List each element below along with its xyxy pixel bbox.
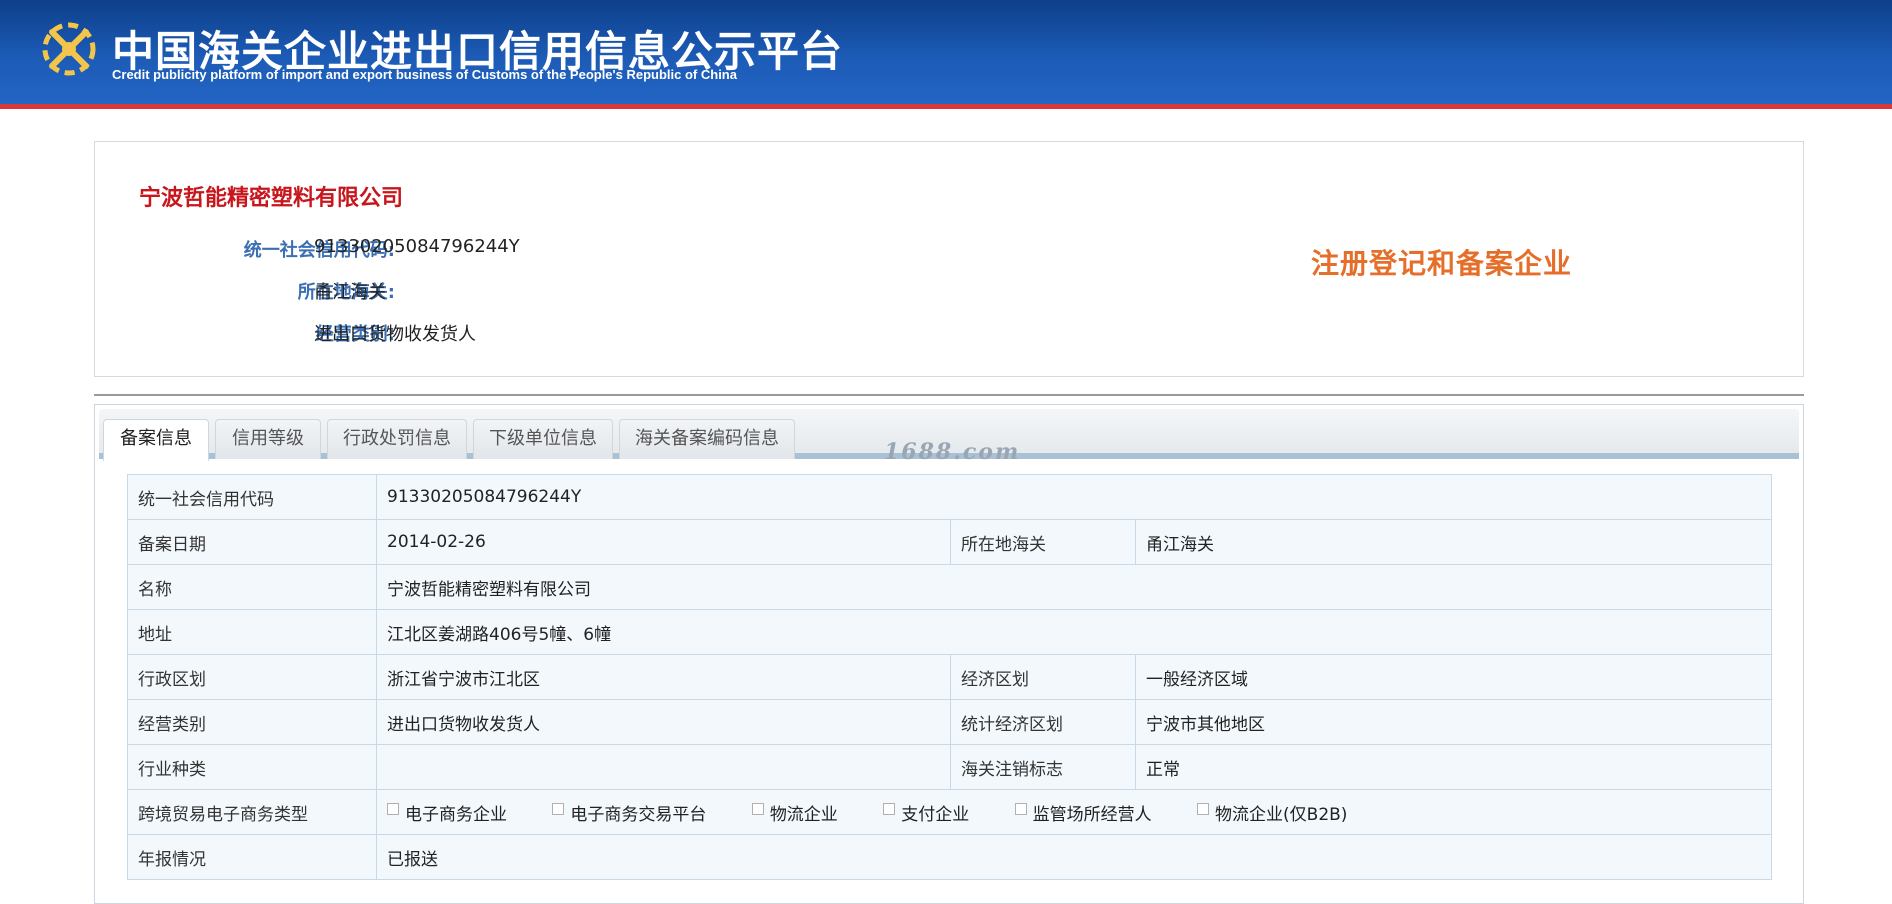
label-filing-date: 备案日期	[127, 519, 377, 565]
watermark: 1688.com	[884, 439, 1021, 465]
label-customs: 所在地海关	[950, 519, 1136, 565]
option-label: 电子商务交易平台	[570, 804, 707, 825]
value-credit-code: 91330205084796244Y	[375, 474, 1773, 520]
table-row: 经营类别 进出口货物收发货人 统计经济区划 宁波市其他地区	[127, 699, 1773, 745]
label-name: 名称	[127, 564, 377, 610]
checkbox-ecommerce-platform[interactable]	[552, 803, 565, 815]
label-business-type: 经营类别	[127, 699, 377, 745]
table-row: 地址 江北区姜湖路406号5幢、6幢	[127, 609, 1773, 655]
ecommerce-option: 支付企业	[883, 800, 969, 825]
tab-subsidiary-info[interactable]: 下级单位信息	[473, 419, 613, 459]
table-row: 跨境贸易电子商务类型 电子商务企业 电子商务交易平台 物流企业 支付企业 监管场…	[127, 789, 1773, 835]
section-divider	[94, 394, 1804, 396]
table-row: 备案日期 2014-02-26 所在地海关 甬江海关	[127, 519, 1773, 565]
summary-value: 进出口货物收发货人	[314, 324, 476, 345]
label-annual-report: 年报情况	[127, 834, 377, 880]
label-address: 地址	[127, 609, 377, 655]
value-filing-date: 2014-02-26	[376, 519, 951, 565]
table-row: 统一社会信用代码 91330205084796244Y	[127, 474, 1773, 520]
label-admin-region: 行政区划	[127, 654, 377, 700]
value-customs: 甬江海关	[1134, 519, 1773, 565]
value-annual-report: 已报送	[375, 834, 1773, 880]
summary-row-business-type: 经营类别: 进出口货物收发货人	[95, 320, 795, 350]
company-summary-card: 宁波哲能精密塑料有限公司 统一社会信用代码: 91330205084796244…	[94, 141, 1804, 377]
summary-row-customs: 所在地海关: 甬江海关	[95, 278, 795, 308]
ecommerce-option: 电子商务企业	[387, 800, 507, 825]
ecommerce-option: 监管场所经营人	[1014, 800, 1152, 825]
checkbox-logistics-b2b[interactable]	[1197, 803, 1210, 815]
option-label: 物流企业(仅B2B)	[1215, 804, 1348, 825]
option-label: 物流企业	[769, 804, 838, 825]
header-divider	[0, 104, 1892, 109]
header-banner: 中国海关企业进出口信用信息公示平台 Credit publicity platf…	[0, 0, 1892, 104]
value-address: 江北区姜湖路406号5幢、6幢	[375, 609, 1773, 655]
tab-bar: 备案信息 信用等级 行政处罚信息 下级单位信息 海关备案编码信息 1688.co…	[99, 409, 1799, 465]
label-econ-zone: 经济区划	[950, 654, 1136, 700]
checkbox-payment[interactable]	[883, 803, 896, 815]
option-label: 电子商务企业	[405, 804, 507, 825]
value-business-type: 进出口货物收发货人	[376, 699, 951, 745]
checkbox-ecommerce-enterprise[interactable]	[387, 803, 399, 815]
checkbox-supervision-operator[interactable]	[1014, 803, 1027, 815]
registration-status-stamp: 注册登记和备案企业	[1311, 247, 1573, 280]
customs-emblem-icon	[42, 22, 96, 76]
value-name: 宁波哲能精密塑料有限公司	[375, 564, 1773, 610]
checkbox-logistics[interactable]	[751, 803, 764, 815]
filing-info-table: 统一社会信用代码 91330205084796244Y 备案日期 2014-02…	[127, 474, 1773, 880]
tab-penalty-info[interactable]: 行政处罚信息	[327, 419, 467, 459]
label-cancel-flag: 海关注销标志	[950, 744, 1136, 790]
tab-credit-rating[interactable]: 信用等级	[215, 419, 321, 459]
table-row: 行政区划 浙江省宁波市江北区 经济区划 一般经济区域	[127, 654, 1773, 700]
summary-row-credit-code: 统一社会信用代码: 91330205084796244Y	[95, 236, 795, 266]
tab-filing-info[interactable]: 备案信息	[103, 419, 209, 461]
value-econ-zone: 一般经济区域	[1134, 654, 1773, 700]
summary-value: 甬江海关	[314, 282, 386, 303]
table-row: 年报情况 已报送	[127, 834, 1773, 880]
ecommerce-option: 物流企业(仅B2B)	[1197, 800, 1347, 825]
table-row: 名称 宁波哲能精密塑料有限公司	[127, 564, 1773, 610]
value-industry	[376, 744, 951, 790]
ecommerce-option: 物流企业	[751, 800, 838, 825]
details-panel: 备案信息 信用等级 行政处罚信息 下级单位信息 海关备案编码信息 1688.co…	[94, 404, 1804, 904]
ecommerce-option: 电子商务交易平台	[552, 800, 706, 825]
option-label: 监管场所经营人	[1032, 804, 1152, 825]
value-cancel-flag: 正常	[1134, 744, 1773, 790]
value-stat-zone: 宁波市其他地区	[1134, 699, 1773, 745]
table-row: 行业种类 海关注销标志 正常	[127, 744, 1773, 790]
label-stat-zone: 统计经济区划	[950, 699, 1136, 745]
label-credit-code: 统一社会信用代码	[127, 474, 377, 520]
summary-value: 91330205084796244Y	[314, 236, 520, 257]
company-name: 宁波哲能精密塑料有限公司	[139, 186, 404, 211]
value-admin-region: 浙江省宁波市江北区	[376, 654, 951, 700]
tab-customs-code-info[interactable]: 海关备案编码信息	[619, 419, 795, 459]
label-ecommerce-type: 跨境贸易电子商务类型	[127, 789, 377, 835]
option-label: 支付企业	[901, 804, 970, 825]
value-ecommerce-type: 电子商务企业 电子商务交易平台 物流企业 支付企业 监管场所经营人 物流企业(仅…	[375, 789, 1773, 835]
site-subtitle: Credit publicity platform of import and …	[112, 67, 737, 82]
label-industry: 行业种类	[127, 744, 377, 790]
